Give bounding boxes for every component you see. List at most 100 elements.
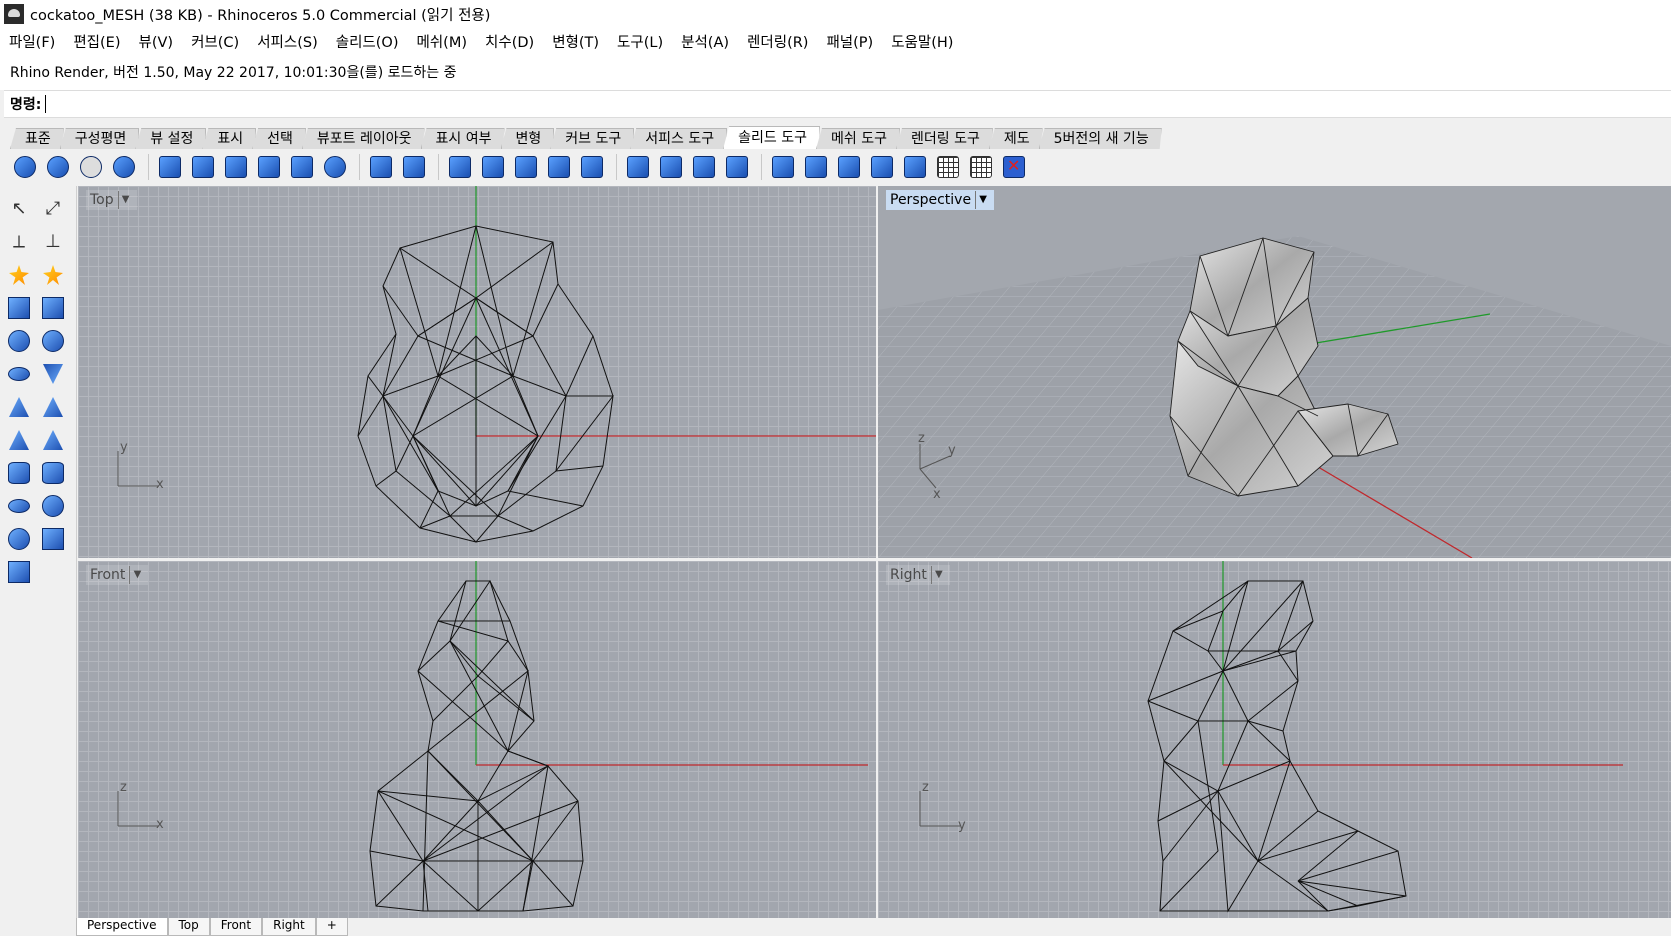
tab-surface-tools[interactable]: 서피스 도구: [630, 128, 727, 149]
chevron-down-icon[interactable]: ▼: [129, 566, 144, 584]
viewport-right[interactable]: z y Right ▼: [878, 561, 1671, 918]
tab-standard[interactable]: 표준: [10, 128, 64, 149]
delete-icon[interactable]: [999, 152, 1029, 182]
add-viewport-tab-button[interactable]: +: [315, 918, 348, 936]
plane-icon[interactable]: [4, 557, 34, 587]
chevron-down-icon[interactable]: ▼: [975, 191, 990, 209]
box-edit-icon[interactable]: [38, 293, 68, 323]
box-icon[interactable]: [287, 152, 317, 182]
select-icon[interactable]: ↖: [4, 194, 34, 224]
viewport-right-label[interactable]: Right ▼: [886, 565, 950, 585]
sphere-icon[interactable]: [4, 326, 34, 356]
cylinder-icon[interactable]: [4, 458, 34, 488]
menu-render[interactable]: 렌더링(R): [738, 31, 817, 52]
point-icon[interactable]: ⤢: [38, 194, 68, 224]
tab-render-tools[interactable]: 렌더링 도구: [896, 128, 993, 149]
revolve-icon[interactable]: [4, 524, 34, 554]
unroll-icon[interactable]: [801, 152, 831, 182]
boolean-split-icon[interactable]: [109, 152, 139, 182]
pipe-icon[interactable]: [38, 491, 68, 521]
tab-viewport-layout[interactable]: 뷰포트 레이아웃: [302, 128, 425, 149]
tube-icon[interactable]: [38, 458, 68, 488]
lightning-icon[interactable]: [38, 260, 68, 290]
mesh-grid-icon[interactable]: [933, 152, 963, 182]
menu-edit[interactable]: 편집(E): [64, 31, 129, 52]
menu-tools[interactable]: 도구(L): [608, 31, 672, 52]
viewport-top[interactable]: y x Top ▼: [78, 186, 876, 558]
boolean-union-icon[interactable]: [10, 152, 40, 182]
extrude-face-icon[interactable]: [155, 152, 185, 182]
viewport-perspective[interactable]: z y x Perspective ▼: [878, 186, 1671, 558]
tab-drafting[interactable]: 제도: [989, 128, 1043, 149]
torus-icon[interactable]: [4, 491, 34, 521]
solid-edit-2-icon[interactable]: [399, 152, 429, 182]
paraboloid-icon[interactable]: [38, 359, 68, 389]
truncated-cone-icon[interactable]: [38, 392, 68, 422]
cap-holes-icon[interactable]: [188, 152, 218, 182]
curve-icon[interactable]: ⊥: [38, 227, 68, 257]
tab-set-view[interactable]: 뷰 설정: [135, 128, 206, 149]
truncated-pyramid-icon[interactable]: [38, 425, 68, 455]
viewport-front[interactable]: z x Front ▼: [78, 561, 876, 918]
tab-solid-tools[interactable]: 솔리드 도구: [723, 126, 820, 149]
menu-solid[interactable]: 솔리드(O): [327, 31, 408, 52]
tab-new-in-v5[interactable]: 5버전의 새 기능: [1039, 128, 1162, 149]
menu-surface[interactable]: 서피스(S): [248, 31, 327, 52]
chevron-down-icon[interactable]: ▼: [117, 191, 133, 209]
menu-view[interactable]: 뷰(V): [130, 31, 183, 52]
menu-mesh[interactable]: 메쉬(M): [408, 31, 477, 52]
tab-transform[interactable]: 변형: [501, 128, 555, 149]
tab-mesh-tools[interactable]: 메쉬 도구: [816, 128, 900, 149]
menu-file[interactable]: 파일(F): [0, 31, 64, 52]
pyramid-icon[interactable]: [4, 425, 34, 455]
object-ops-icon[interactable]: [768, 152, 798, 182]
shell-icon[interactable]: [221, 152, 251, 182]
rotate-hole-icon[interactable]: [656, 152, 686, 182]
move-face-icon[interactable]: [445, 152, 475, 182]
boolean-difference-icon[interactable]: [43, 152, 73, 182]
move-untrimmed-icon[interactable]: [689, 152, 719, 182]
ellipsoid-icon[interactable]: [4, 359, 34, 389]
tab-display[interactable]: 표시: [202, 128, 256, 149]
gear-icon[interactable]: [4, 260, 34, 290]
menu-curve[interactable]: 커브(C): [182, 31, 248, 52]
menu-panels[interactable]: 패널(P): [817, 31, 882, 52]
viewport-tab-perspective[interactable]: Perspective: [76, 918, 168, 936]
boolean-intersection-icon[interactable]: [76, 152, 106, 182]
merge-face-icon[interactable]: [577, 152, 607, 182]
solid-edit-icon[interactable]: [366, 152, 396, 182]
fillet-edges-icon[interactable]: [320, 152, 350, 182]
slab-icon[interactable]: [254, 152, 284, 182]
wire-cut-icon[interactable]: [722, 152, 752, 182]
extrude-edge-icon[interactable]: [478, 152, 508, 182]
chevron-down-icon[interactable]: ▼: [930, 566, 946, 584]
menu-dimension[interactable]: 치수(D): [476, 31, 543, 52]
section-icon[interactable]: [834, 152, 864, 182]
viewport-front-label[interactable]: Front ▼: [86, 565, 149, 585]
viewport-tab-front[interactable]: Front: [209, 918, 263, 936]
viewport-tab-right[interactable]: Right: [262, 918, 316, 936]
viewport-perspective-label[interactable]: Perspective ▼: [886, 190, 995, 210]
viewport-top-label[interactable]: Top ▼: [86, 190, 137, 210]
polyline-icon[interactable]: ⟂: [4, 227, 34, 257]
box-icon[interactable]: [4, 293, 34, 323]
cone-icon[interactable]: [4, 392, 34, 422]
tab-cplanes[interactable]: 구성평면: [60, 128, 140, 149]
extrude-icon[interactable]: [38, 524, 68, 554]
rhino-app-icon[interactable]: [4, 4, 24, 24]
mesh-grid-2-icon[interactable]: [966, 152, 996, 182]
menu-analyze[interactable]: 분석(A): [672, 31, 738, 52]
tab-select[interactable]: 선택: [252, 128, 306, 149]
sphere-edit-icon[interactable]: [38, 326, 68, 356]
curve-boolean-icon[interactable]: [867, 152, 897, 182]
command-line[interactable]: 명령:: [4, 90, 1671, 118]
solid-boolean-icon[interactable]: [900, 152, 930, 182]
viewport-tab-top[interactable]: Top: [167, 918, 210, 936]
command-input[interactable]: [45, 95, 47, 113]
move-edge-icon[interactable]: [511, 152, 541, 182]
tab-curve-tools[interactable]: 커브 도구: [550, 128, 634, 149]
tab-visibility[interactable]: 표시 여부: [421, 128, 505, 149]
menu-transform[interactable]: 변형(T): [543, 31, 608, 52]
menu-help[interactable]: 도움말(H): [882, 31, 962, 52]
split-face-icon[interactable]: [544, 152, 574, 182]
